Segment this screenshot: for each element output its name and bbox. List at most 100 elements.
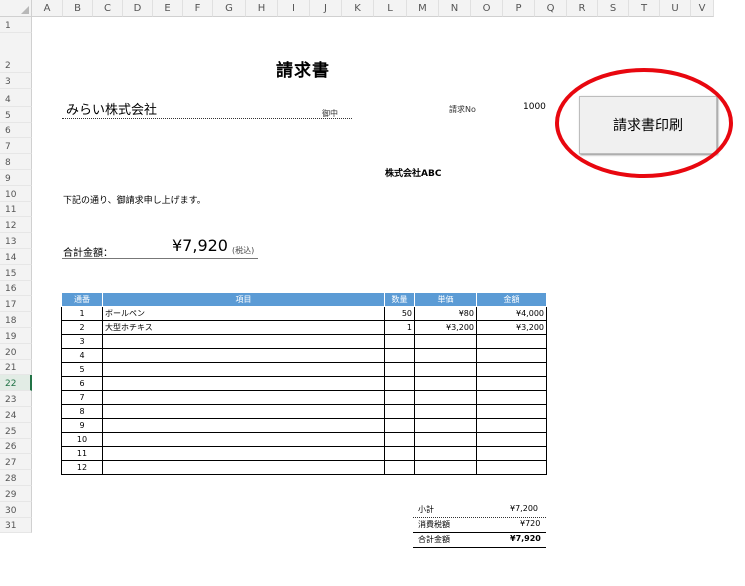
cell-name[interactable] bbox=[102, 460, 385, 475]
cell-amount[interactable] bbox=[476, 362, 547, 377]
row-header-29[interactable]: 29 bbox=[0, 486, 32, 502]
column-header-g[interactable]: G bbox=[213, 0, 246, 17]
cell-qty[interactable]: 50 bbox=[384, 306, 415, 321]
cell-qty[interactable] bbox=[384, 334, 415, 349]
cell-price[interactable] bbox=[414, 376, 477, 391]
cell-no[interactable]: 4 bbox=[61, 348, 103, 363]
column-header-v[interactable]: V bbox=[691, 0, 714, 17]
cell-price[interactable] bbox=[414, 418, 477, 433]
cell-amount[interactable] bbox=[476, 390, 547, 405]
cell-amount[interactable] bbox=[476, 446, 547, 461]
column-header-t[interactable]: T bbox=[629, 0, 660, 17]
cell-no[interactable]: 11 bbox=[61, 446, 103, 461]
cell-amount[interactable]: ¥4,000 bbox=[476, 306, 547, 321]
cell-no[interactable]: 5 bbox=[61, 362, 103, 377]
cell-name[interactable] bbox=[102, 334, 385, 349]
cell-price[interactable] bbox=[414, 362, 477, 377]
row-header-10[interactable]: 10 bbox=[0, 185, 32, 202]
cell-amount[interactable]: ¥3,200 bbox=[476, 320, 547, 335]
cell-qty[interactable] bbox=[384, 432, 415, 447]
row-header-8[interactable]: 8 bbox=[0, 154, 32, 170]
cell-no[interactable]: 1 bbox=[61, 306, 103, 321]
cell-price[interactable]: ¥80 bbox=[414, 306, 477, 321]
column-header-k[interactable]: K bbox=[342, 0, 374, 17]
cell-qty[interactable] bbox=[384, 446, 415, 461]
cell-amount[interactable] bbox=[476, 404, 547, 419]
cell-qty[interactable]: 1 bbox=[384, 320, 415, 335]
row-header-13[interactable]: 13 bbox=[0, 233, 32, 249]
cell-price[interactable] bbox=[414, 404, 477, 419]
cell-price[interactable] bbox=[414, 348, 477, 363]
column-header-b[interactable]: B bbox=[63, 0, 93, 17]
cell-name[interactable] bbox=[102, 418, 385, 433]
cell-no[interactable]: 7 bbox=[61, 390, 103, 405]
row-header-2[interactable]: 2 bbox=[0, 32, 32, 73]
cell-no[interactable]: 6 bbox=[61, 376, 103, 391]
cell-amount[interactable] bbox=[476, 432, 547, 447]
cell-amount[interactable] bbox=[476, 418, 547, 433]
row-header-31[interactable]: 31 bbox=[0, 517, 32, 534]
cell-no[interactable]: 12 bbox=[61, 460, 103, 475]
row-header-25[interactable]: 25 bbox=[0, 422, 32, 439]
cell-qty[interactable] bbox=[384, 362, 415, 377]
cell-price[interactable] bbox=[414, 432, 477, 447]
column-header-o[interactable]: O bbox=[471, 0, 503, 17]
cell-no[interactable]: 8 bbox=[61, 404, 103, 419]
row-header-18[interactable]: 18 bbox=[0, 312, 32, 328]
column-header-a[interactable]: A bbox=[32, 0, 63, 17]
column-header-j[interactable]: J bbox=[310, 0, 342, 17]
cell-qty[interactable] bbox=[384, 404, 415, 419]
cell-amount[interactable] bbox=[476, 460, 547, 475]
column-header-q[interactable]: Q bbox=[535, 0, 567, 17]
cell-qty[interactable] bbox=[384, 348, 415, 363]
cell-no[interactable]: 3 bbox=[61, 334, 103, 349]
column-header-i[interactable]: I bbox=[278, 0, 310, 17]
cell-amount[interactable] bbox=[476, 334, 547, 349]
cell-qty[interactable] bbox=[384, 460, 415, 475]
row-header-15[interactable]: 15 bbox=[0, 264, 32, 281]
row-header-11[interactable]: 11 bbox=[0, 201, 32, 218]
row-header-19[interactable]: 19 bbox=[0, 328, 32, 344]
cell-name[interactable] bbox=[102, 404, 385, 419]
cell-price[interactable] bbox=[414, 390, 477, 405]
print-invoice-button[interactable]: 請求書印刷 bbox=[579, 96, 717, 154]
row-header-4[interactable]: 4 bbox=[0, 88, 32, 107]
row-header-17[interactable]: 17 bbox=[0, 296, 32, 313]
cell-name[interactable] bbox=[102, 348, 385, 363]
cell-amount[interactable] bbox=[476, 348, 547, 363]
cell-no[interactable]: 2 bbox=[61, 320, 103, 335]
row-header-27[interactable]: 27 bbox=[0, 454, 32, 471]
column-header-d[interactable]: D bbox=[123, 0, 153, 17]
cell-no[interactable]: 10 bbox=[61, 432, 103, 447]
cell-price[interactable]: ¥3,200 bbox=[414, 320, 477, 335]
row-header-28[interactable]: 28 bbox=[0, 470, 32, 486]
row-header-30[interactable]: 30 bbox=[0, 501, 32, 518]
row-header-16[interactable]: 16 bbox=[0, 280, 32, 297]
cell-name[interactable]: 大型ホチキス bbox=[102, 320, 385, 335]
select-all-corner[interactable] bbox=[0, 0, 32, 17]
cell-amount[interactable] bbox=[476, 376, 547, 391]
cell-price[interactable] bbox=[414, 446, 477, 461]
spreadsheet[interactable]: ABCDEFGHIJKLMNOPQRSTUV 1 2 3 4 5 6 7 8 9 10 11 12 13… bbox=[0, 0, 745, 586]
row-header-26[interactable]: 26 bbox=[0, 438, 32, 455]
cell-name[interactable] bbox=[102, 362, 385, 377]
cell-name[interactable] bbox=[102, 376, 385, 391]
cell-name[interactable] bbox=[102, 446, 385, 461]
cell-qty[interactable] bbox=[384, 390, 415, 405]
cell-price[interactable] bbox=[414, 334, 477, 349]
row-header-24[interactable]: 24 bbox=[0, 407, 32, 423]
column-header-l[interactable]: L bbox=[374, 0, 407, 17]
row-header-22[interactable]: 22 bbox=[0, 375, 32, 392]
row-header-20[interactable]: 20 bbox=[0, 343, 32, 360]
row-header-3[interactable]: 3 bbox=[0, 72, 32, 89]
cell-qty[interactable] bbox=[384, 418, 415, 433]
column-header-m[interactable]: M bbox=[407, 0, 439, 17]
row-header-7[interactable]: 7 bbox=[0, 138, 32, 155]
cell-name[interactable] bbox=[102, 390, 385, 405]
cell-no[interactable]: 9 bbox=[61, 418, 103, 433]
row-header-21[interactable]: 21 bbox=[0, 359, 32, 376]
cell-price[interactable] bbox=[414, 460, 477, 475]
column-header-f[interactable]: F bbox=[183, 0, 213, 17]
column-header-n[interactable]: N bbox=[439, 0, 471, 17]
row-header-23[interactable]: 23 bbox=[0, 391, 32, 407]
